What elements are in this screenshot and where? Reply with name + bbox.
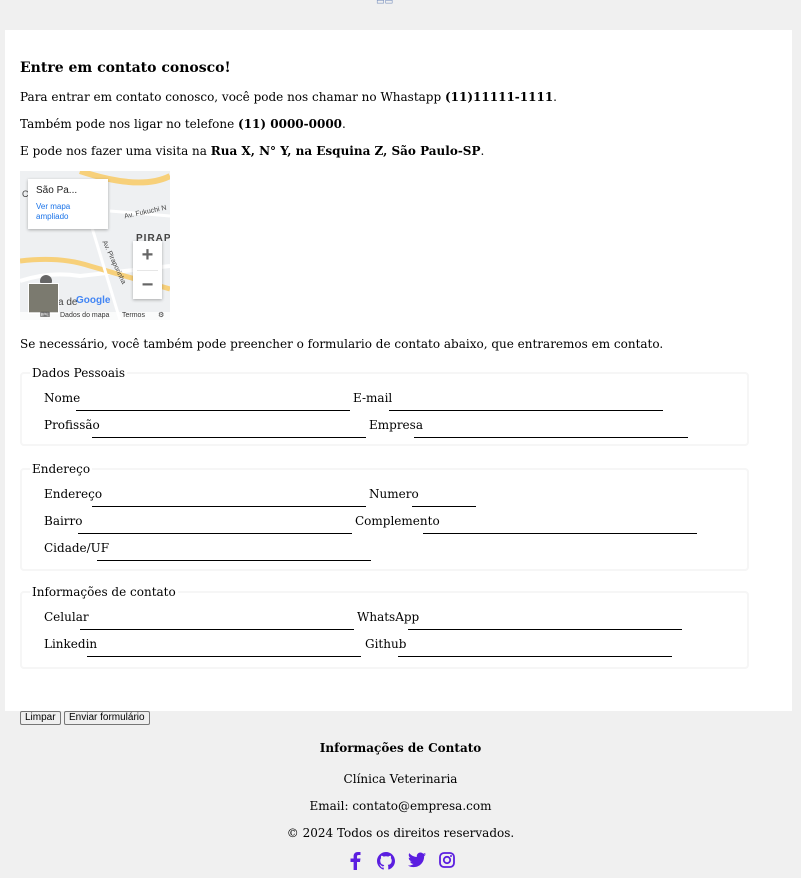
profession-label: Profissão <box>44 418 100 432</box>
phone-number: (11) 0000-0000 <box>238 117 343 131</box>
email-input[interactable] <box>389 410 663 411</box>
city-input[interactable] <box>97 560 371 561</box>
name-label: Nome <box>44 391 81 405</box>
phone-text: Também pode nos ligar no telefone <box>20 117 239 131</box>
complement-label: Complemento <box>355 514 440 528</box>
address-end: . <box>480 144 485 158</box>
google-logo: Google <box>76 295 111 306</box>
map-footer: ⌨ Dados do mapa Termos ⚙ <box>20 312 170 320</box>
company-input[interactable] <box>414 437 688 438</box>
phone-paragraph: Também pode nos ligar no telefone (11) 0… <box>20 117 346 131</box>
satellite-toggle[interactable] <box>28 283 59 314</box>
footer-clinic: Clínica Veterinaria <box>343 772 458 786</box>
map-terms-link[interactable]: Termos <box>122 312 145 320</box>
footer-title-text: Informações de Contato <box>319 741 482 755</box>
footer-email: Email: contato@empresa.com <box>309 799 492 813</box>
address-paragraph: E pode nos fazer uma visita na Rua X, N°… <box>20 144 484 158</box>
map-place-name: São Pa... <box>36 185 78 196</box>
email-label: E-mail <box>353 391 393 405</box>
number-input[interactable] <box>412 506 476 507</box>
map-settings-icon[interactable]: ⚙ <box>158 312 164 320</box>
map-data-link[interactable]: Dados do mapa <box>60 312 109 320</box>
page-title: Entre em contato conosco! <box>20 60 231 76</box>
facebook-icon[interactable] <box>349 852 361 870</box>
zoom-out-button[interactable]: − <box>133 271 162 300</box>
address-text: E pode nos fazer uma visita na <box>20 144 211 158</box>
city-label: Cidade/UF <box>44 541 110 555</box>
submit-button[interactable]: Enviar formulário <box>64 711 150 725</box>
whatsapp-end: . <box>553 90 557 104</box>
number-label: Numero <box>369 487 419 501</box>
phone-end: . <box>342 117 346 131</box>
linkedin-input[interactable] <box>87 656 361 657</box>
whatsapp-input[interactable] <box>408 629 682 630</box>
contact-info-legend: Informações de contato <box>32 585 176 599</box>
github-icon[interactable] <box>377 852 395 870</box>
profession-input[interactable] <box>92 437 366 438</box>
company-label: Empresa <box>369 418 423 432</box>
whatsapp-paragraph: Para entrar em contato conosco, você pod… <box>20 90 557 104</box>
footer-copyright: © 2024 Todos os direitos reservados. <box>286 826 515 840</box>
address-label: Endereço <box>44 487 103 501</box>
github-input[interactable] <box>398 656 672 657</box>
district-input[interactable] <box>78 533 352 534</box>
cell-input[interactable] <box>80 629 354 630</box>
personal-data-fieldset: Dados Pessoais <box>20 366 749 446</box>
github-label: Github <box>365 637 407 651</box>
form-intro: Se necessário, você também pode preenche… <box>20 337 664 351</box>
map-zoom-control: + − <box>133 241 162 299</box>
header-image-icon: ▭▭ <box>376 0 394 5</box>
linkedin-label: Linkedin <box>44 637 98 651</box>
whatsapp-text: Para entrar em contato conosco, você pod… <box>20 90 445 104</box>
keyboard-icon[interactable]: ⌨ <box>40 312 50 320</box>
cell-label: Celular <box>44 610 89 624</box>
map-place-card: São Pa... Ver mapa ampliado <box>28 179 108 229</box>
clear-button[interactable]: Limpar <box>20 711 61 725</box>
address-input[interactable] <box>92 506 366 507</box>
whatsapp-number: (11)11111-1111 <box>444 90 554 104</box>
instagram-icon[interactable] <box>439 852 455 868</box>
district-label: Bairro <box>44 514 83 528</box>
embedded-map[interactable]: C PIRAP Av. Fukuchi N Av. Piraporinha a … <box>20 171 170 320</box>
map-label-de: a de <box>58 297 78 308</box>
social-links <box>346 852 461 872</box>
zoom-in-button[interactable]: + <box>133 241 162 270</box>
complement-input[interactable] <box>423 533 697 534</box>
top-strip: ▭▭ <box>0 0 801 30</box>
view-larger-map-link[interactable]: Ver mapa ampliado <box>36 202 96 222</box>
contact-panel: Entre em contato conosco! Para entrar em… <box>5 30 792 725</box>
twitter-icon[interactable] <box>408 852 426 868</box>
name-input[interactable] <box>76 410 350 411</box>
whatsapp-label: WhatsApp <box>357 610 420 624</box>
footer-title: Informações de Contato <box>0 741 801 755</box>
address-legend: Endereço <box>32 462 91 476</box>
personal-data-legend: Dados Pessoais <box>32 366 125 380</box>
address-value: Rua X, N° Y, na Esquina Z, São Paulo-SP <box>210 144 481 158</box>
